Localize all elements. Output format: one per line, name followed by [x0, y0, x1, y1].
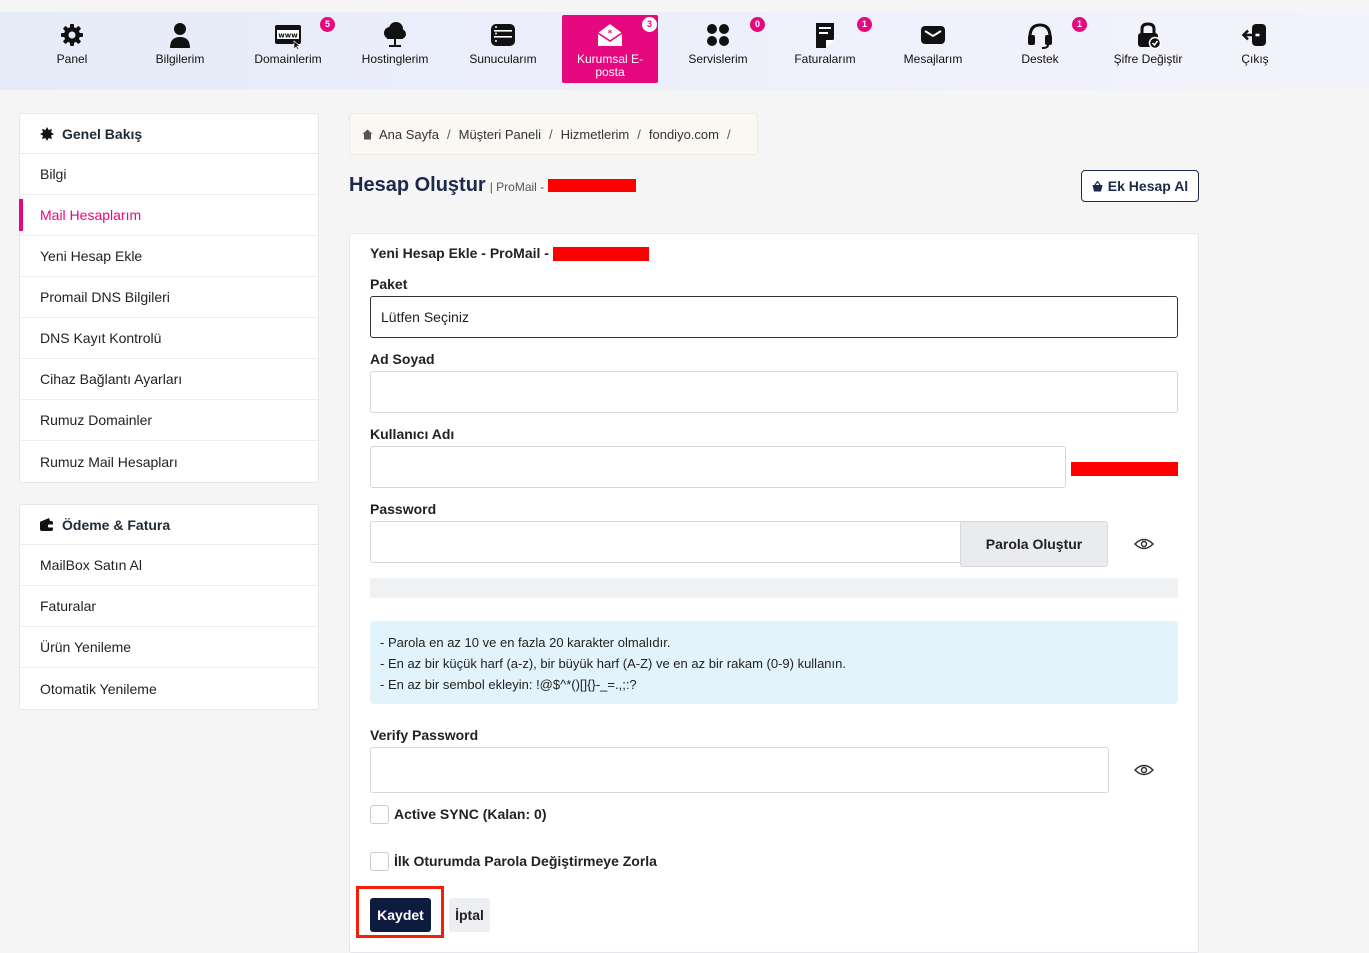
nav-destek-label: Destek	[1021, 52, 1059, 66]
destek-badge: 1	[1072, 17, 1087, 32]
password-strength-bar	[370, 578, 1178, 598]
nav-bilgilerim-label: Bilgilerim	[155, 52, 205, 66]
paket-label: Paket	[370, 276, 408, 292]
ek-hesap-al-button[interactable]: Ek Hesap Al	[1081, 170, 1199, 202]
breadcrumb-musteri-paneli[interactable]: Müşteri Paneli	[459, 127, 541, 142]
verify-password-input[interactable]	[370, 747, 1109, 793]
breadcrumb-domain[interactable]: fondiyo.com	[649, 127, 719, 142]
eye-icon[interactable]	[1134, 763, 1154, 777]
breadcrumb-hizmetlerim[interactable]: Hizmetlerim	[561, 127, 630, 142]
kullanici-input[interactable]	[370, 446, 1066, 488]
save-button[interactable]: Kaydet	[370, 898, 431, 932]
eye-icon[interactable]	[1134, 537, 1154, 551]
nav-domainlerim-label: Domainlerim	[254, 52, 322, 66]
password-input[interactable]	[370, 521, 962, 563]
sidebar-item-otomatik-yenileme[interactable]: Otomatik Yenileme	[20, 668, 318, 709]
parola-olustur-button[interactable]: Parola Oluştur	[960, 521, 1108, 567]
paket-select[interactable]: Lütfen Seçiniz	[370, 296, 1178, 338]
nav-sifre-degistir[interactable]: Şifre Değiştir	[1100, 15, 1196, 83]
sidebar-overview: Genel Bakış Bilgi Mail Hesaplarım Yeni H…	[19, 113, 319, 483]
nav-domainlerim[interactable]: www Domainlerim 5	[240, 15, 336, 83]
lock-icon	[1138, 22, 1162, 49]
new-account-form: Yeni Hesap Ekle - ProMail - Paket Lütfen…	[349, 233, 1199, 953]
adsoyad-input[interactable]	[370, 371, 1178, 413]
sidebar-item-faturalar[interactable]: Faturalar	[20, 586, 318, 627]
sidebar-item-rumuz-mail[interactable]: Rumuz Mail Hesapları	[20, 441, 318, 482]
logout-icon	[1241, 24, 1266, 46]
sidebar-item-dns-kontrol[interactable]: DNS Kayıt Kontrolü	[20, 318, 318, 359]
basket-icon	[1092, 180, 1103, 191]
sidebar-item-mail-hesaplarim[interactable]: Mail Hesaplarım	[19, 195, 318, 236]
nav-sifre-degistir-label: Şifre Değiştir	[1113, 52, 1183, 66]
top-navigation: Panel Bilgilerim www Domainlerim 5 Hosti…	[0, 12, 1369, 90]
domainlerim-badge: 5	[320, 17, 335, 32]
nav-faturalarim-label: Faturalarım	[794, 52, 856, 66]
sidebar-item-urun-yenileme[interactable]: Ürün Yenileme	[20, 627, 318, 668]
redaction-bar	[548, 179, 637, 193]
nav-cikis[interactable]: Çıkış	[1207, 15, 1303, 83]
wallet-icon	[40, 517, 54, 531]
grid-icon	[707, 24, 729, 46]
nav-sunucularim[interactable]: Sunucularım	[455, 15, 551, 83]
nav-servislerim-label: Servislerim	[688, 52, 748, 66]
kurumsal-eposta-badge: 3	[642, 17, 657, 32]
receipt-icon	[816, 23, 834, 48]
home-icon	[362, 129, 373, 139]
www-icon: www	[275, 25, 301, 49]
active-sync-checkbox[interactable]	[370, 805, 389, 824]
adsoyad-label: Ad Soyad	[370, 351, 435, 367]
nav-destek[interactable]: Destek 1	[992, 15, 1088, 83]
cloud-icon	[384, 22, 406, 47]
breadcrumb-home[interactable]: Ana Sayfa	[379, 127, 439, 142]
redaction-bar	[552, 247, 649, 262]
password-rules: - Parola en az 10 ve en fazla 20 karakte…	[370, 621, 1178, 704]
nav-mesajlarim[interactable]: Mesajlarım	[885, 15, 981, 83]
domain-suffix-redaction	[1071, 462, 1178, 476]
sidebar-item-yeni-hesap-ekle[interactable]: Yeni Hesap Ekle	[20, 236, 318, 277]
user-icon	[170, 23, 190, 48]
page-title: Hesap Oluştur | ProMail -	[349, 174, 637, 197]
nav-panel-label: Panel	[56, 52, 88, 66]
page-subtitle: | ProMail -	[489, 180, 545, 194]
sidebar-overview-title: Genel Bakış	[20, 114, 318, 154]
force-password-change-checkbox[interactable]	[370, 852, 389, 871]
sidebar-item-bilgi[interactable]: Bilgi	[20, 154, 318, 195]
svg-text:*: *	[608, 29, 613, 39]
force-password-change-label: İlk Oturumda Parola Değiştirmeye Zorla	[394, 853, 657, 869]
badge-star-icon	[40, 126, 54, 141]
nav-hostinglerim-label: Hostinglerim	[361, 52, 429, 66]
password-label: Password	[370, 501, 437, 517]
nav-kurumsal-eposta[interactable]: * Kurumsal E-posta 3	[562, 15, 658, 83]
nav-hostinglerim[interactable]: Hostinglerim	[347, 15, 443, 83]
gear-icon	[61, 24, 83, 46]
sidebar-billing: Ödeme & Fatura MailBox Satın Al Faturala…	[19, 504, 319, 710]
nav-sunucularim-label: Sunucularım	[469, 52, 537, 66]
breadcrumb: Ana Sayfa / Müşteri Paneli / Hizmetlerim…	[349, 113, 758, 155]
mail-open-icon: *	[597, 24, 623, 46]
sidebar-item-rumuz-domainler[interactable]: Rumuz Domainler	[20, 400, 318, 441]
nav-kurumsal-eposta-label: Kurumsal E-posta	[576, 52, 644, 79]
verify-label: Verify Password	[370, 727, 479, 743]
nav-cikis-label: Çıkış	[1241, 52, 1269, 66]
form-card-title: Yeni Hesap Ekle - ProMail -	[370, 245, 649, 262]
nav-mesajlarim-label: Mesajlarım	[903, 52, 963, 66]
kullanici-label: Kullanıcı Adı	[370, 426, 455, 442]
nav-panel[interactable]: Panel	[24, 15, 120, 83]
sidebar-billing-title: Ödeme & Fatura	[20, 505, 318, 545]
sidebar-item-cihaz-ayarlari[interactable]: Cihaz Bağlantı Ayarları	[20, 359, 318, 400]
sidebar-item-mailbox-satin-al[interactable]: MailBox Satın Al	[20, 545, 318, 586]
cancel-button[interactable]: İptal	[449, 898, 490, 932]
nav-bilgilerim[interactable]: Bilgilerim	[132, 15, 228, 83]
server-icon	[491, 24, 515, 46]
headset-icon	[1028, 23, 1052, 49]
faturalarim-badge: 1	[857, 17, 872, 32]
sidebar-item-promail-dns[interactable]: Promail DNS Bilgileri	[20, 277, 318, 318]
servislerim-badge: 0	[750, 17, 765, 32]
active-sync-label: Active SYNC (Kalan: 0)	[394, 806, 547, 822]
nav-servislerim[interactable]: Servislerim 0	[670, 15, 766, 83]
envelope-icon	[921, 26, 945, 44]
nav-faturalarim[interactable]: Faturalarım 1	[777, 15, 873, 83]
svg-text:www: www	[278, 32, 298, 40]
